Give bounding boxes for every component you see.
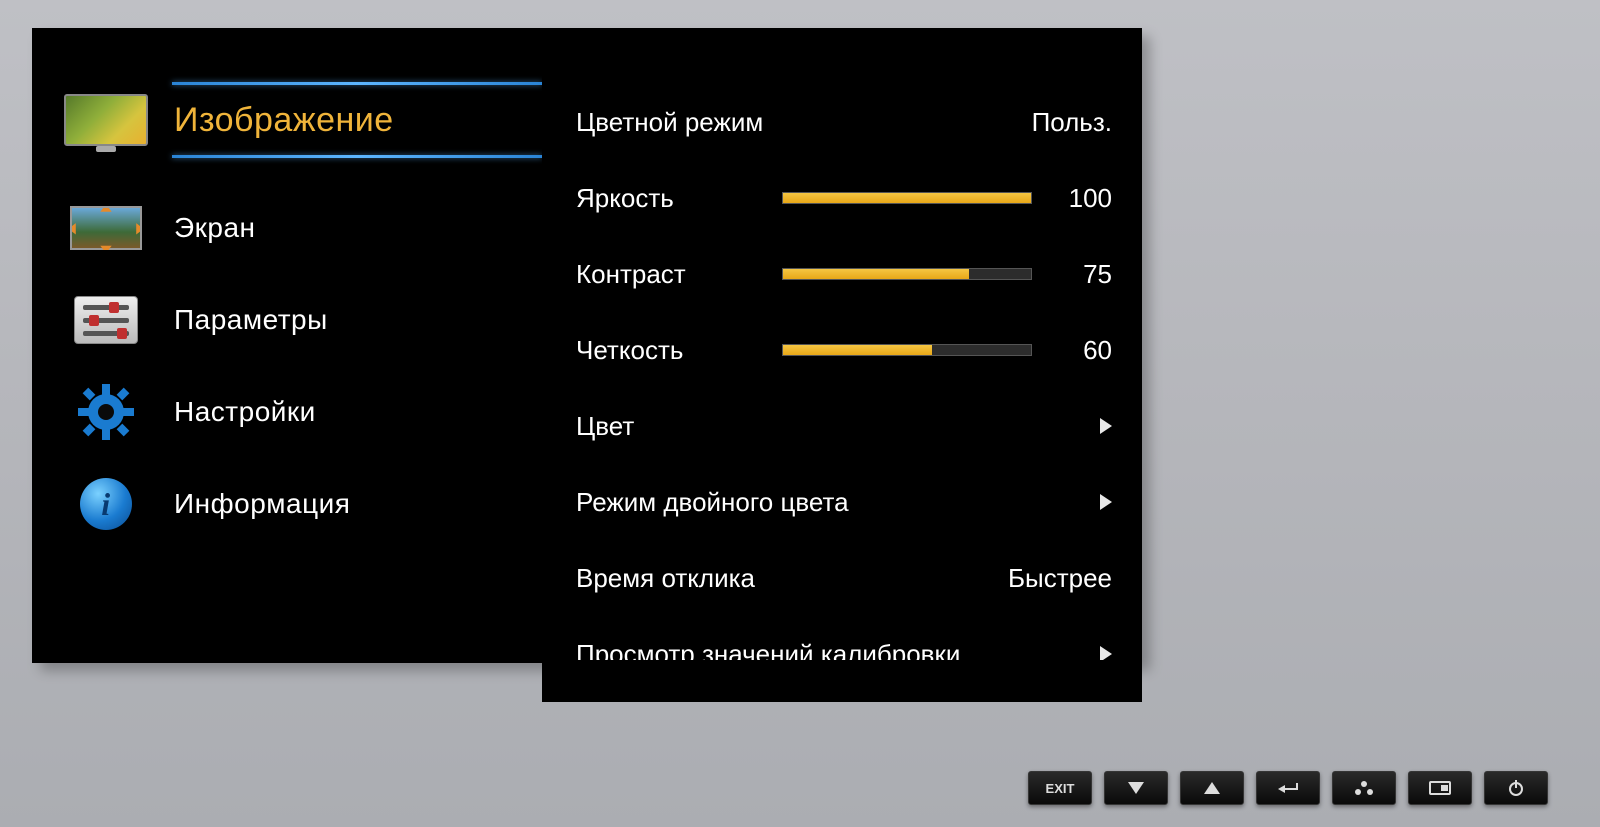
enter-icon (1277, 781, 1299, 795)
sidebar-item-info[interactable]: i Информация (32, 458, 542, 550)
contrast-value: 75 (1060, 259, 1112, 290)
sidebar-item-settings[interactable]: Настройки (32, 366, 542, 458)
triangle-up-icon (1204, 782, 1220, 794)
hw-power-button[interactable] (1484, 771, 1548, 805)
brightness-slider[interactable] (782, 192, 1032, 204)
detail-panel: Цветной режим Польз. Яркость 100 Контрас… (542, 28, 1142, 663)
hw-mode-button[interactable] (1332, 771, 1396, 805)
row-label: Четкость (576, 335, 683, 366)
row-color[interactable]: Цвет (576, 388, 1112, 464)
row-label: Контраст (576, 259, 686, 290)
row-contrast[interactable]: Контраст 75 (576, 236, 1112, 312)
image-icon (58, 91, 154, 149)
chevron-right-icon (1100, 418, 1112, 434)
row-label: Режим двойного цвета (576, 487, 849, 518)
contrast-slider[interactable] (782, 268, 1032, 280)
row-dual-color[interactable]: Режим двойного цвета (576, 464, 1112, 540)
hardware-buttons: EXIT (1028, 771, 1548, 805)
input-icon (1429, 781, 1451, 795)
sidebar-item-label: Изображение (174, 101, 394, 140)
brightness-value: 100 (1060, 183, 1112, 214)
row-response-time[interactable]: Время отклика Быстрее (576, 540, 1112, 616)
row-label: Цветной режим (576, 107, 763, 138)
screen-icon (58, 199, 154, 257)
sidebar-item-options[interactable]: Параметры (32, 274, 542, 366)
hw-exit-button[interactable]: EXIT (1028, 771, 1092, 805)
row-value: Быстрее (1008, 563, 1112, 594)
sidebar: Изображение Экран (32, 28, 542, 663)
exit-label: EXIT (1046, 781, 1075, 796)
row-label: Яркость (576, 183, 674, 214)
panel-overflow (542, 660, 1142, 702)
hw-down-button[interactable] (1104, 771, 1168, 805)
gear-icon (58, 383, 154, 441)
sidebar-item-image[interactable]: Изображение (32, 76, 542, 164)
sharpness-value: 60 (1060, 335, 1112, 366)
row-label: Время отклика (576, 563, 755, 594)
sharpness-slider[interactable] (782, 344, 1032, 356)
sidebar-item-label: Экран (174, 212, 255, 244)
chevron-right-icon (1100, 494, 1112, 510)
options-icon (58, 291, 154, 349)
triangle-down-icon (1128, 782, 1144, 794)
hw-up-button[interactable] (1180, 771, 1244, 805)
sidebar-item-screen[interactable]: Экран (32, 182, 542, 274)
row-sharpness[interactable]: Четкость 60 (576, 312, 1112, 388)
sidebar-item-label: Настройки (174, 396, 316, 428)
row-label: Цвет (576, 411, 634, 442)
hw-enter-button[interactable] (1256, 771, 1320, 805)
osd-menu: Изображение Экран (32, 28, 1142, 663)
row-color-mode[interactable]: Цветной режим Польз. (576, 84, 1112, 160)
row-value: Польз. (1032, 107, 1112, 138)
sidebar-item-label: Параметры (174, 304, 328, 336)
hw-input-button[interactable] (1408, 771, 1472, 805)
row-brightness[interactable]: Яркость 100 (576, 160, 1112, 236)
info-icon: i (58, 475, 154, 533)
sidebar-item-label: Информация (174, 488, 350, 520)
power-icon (1508, 780, 1524, 796)
dots-icon (1354, 781, 1374, 795)
